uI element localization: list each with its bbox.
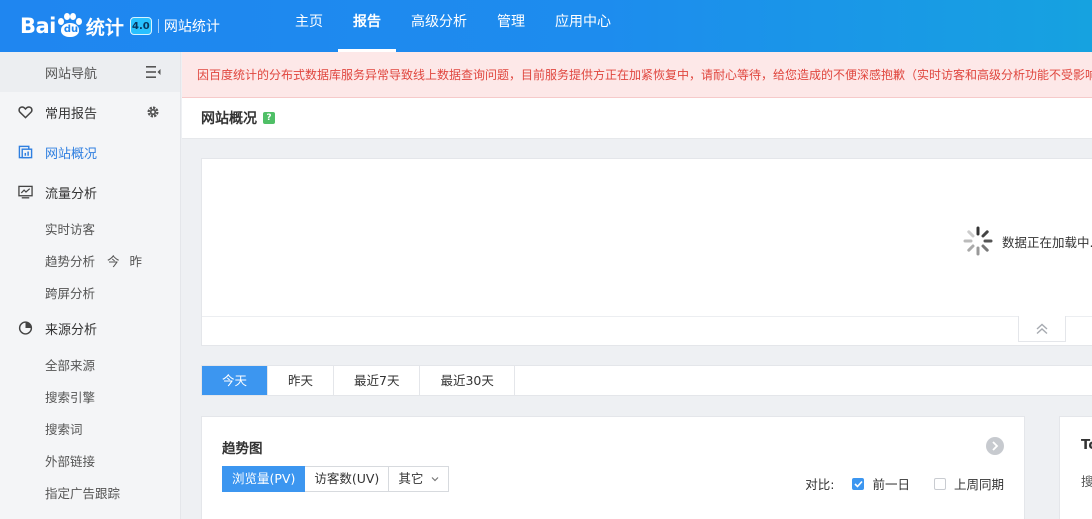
page-title: 网站概况: [201, 111, 257, 127]
sidebar-item-label: 趋势分析: [45, 253, 96, 269]
compare-label: 对比:: [805, 477, 835, 492]
loading-text: 数据正在加载中...: [1002, 234, 1092, 250]
metric-pv-button[interactable]: 浏览量(PV): [222, 466, 306, 492]
gear-icon[interactable]: [146, 105, 160, 119]
overview-icon: [18, 145, 33, 159]
logo-subtitle: 网站统计: [163, 19, 220, 35]
date-range-tabs: 今天 昨天 最近7天 最近30天: [201, 365, 1092, 396]
sidebar-title: 网站导航: [45, 66, 98, 82]
sidebar-group-source[interactable]: 来源分析: [0, 308, 180, 348]
top-card-title: To: [1081, 437, 1092, 453]
compare-prev-day[interactable]: 前一日: [852, 474, 910, 493]
nav-management[interactable]: 管理: [482, 0, 540, 52]
alert-text: 因百度统计的分布式数据库服务异常导致线上数据查询问题，目前服务提供方正在加紧恢复…: [197, 68, 1092, 82]
page-header: 网站概况 ?: [182, 98, 1092, 139]
sidebar-item-label: 网站概况: [45, 146, 98, 162]
loading-indicator: 数据正在加载中...: [962, 225, 1092, 257]
help-icon[interactable]: ?: [263, 112, 275, 124]
select-label: 其它: [398, 471, 424, 486]
sidebar-item-label: 搜索词: [45, 421, 83, 437]
top-header: Bai du 统计 4.0 网站统计 主页 报告 高级分析 管理 应用中心: [0, 0, 1092, 52]
heart-icon: [18, 106, 33, 119]
sidebar-item-label: 来源分析: [45, 322, 98, 338]
check-icon: [854, 480, 863, 488]
sidebar-item-cross-screen[interactable]: 跨屏分析: [0, 276, 180, 308]
collapse-menu-icon[interactable]: [146, 66, 161, 78]
paw-logo-icon: du: [57, 13, 83, 39]
logo-separator: [157, 19, 159, 33]
tab-last-30-days[interactable]: 最近30天: [420, 366, 515, 395]
logo-text: Bai: [20, 14, 56, 38]
panel-divider: [202, 316, 1092, 317]
version-badge: 4.0: [129, 17, 152, 35]
pie-chart-icon: [18, 321, 33, 335]
metric-uv-button[interactable]: 访客数(UV): [305, 466, 390, 492]
compare-last-week-checkbox[interactable]: [933, 477, 946, 490]
metric-selector: 浏览量(PV) 访客数(UV) 其它: [222, 466, 450, 492]
nav-app-center[interactable]: 应用中心: [540, 0, 626, 52]
compare-last-week-label: 上周同期: [953, 477, 1004, 492]
compare-prev-day-label: 前一日: [872, 477, 910, 492]
trend-card: 趋势图 浏览量(PV) 访客数(UV) 其它 对比: 前一日 上周同期: [201, 416, 1025, 519]
top-card-subtitle: 搜: [1081, 471, 1092, 490]
sidebar-item-label: 常用报告: [45, 106, 98, 122]
double-chevron-up-icon: [1036, 323, 1048, 334]
sidebar-item-favorites[interactable]: 常用报告: [0, 92, 180, 132]
sidebar-item-label: 流量分析: [45, 186, 98, 202]
sidebar-item-ad-tracking[interactable]: 指定广告跟踪: [0, 476, 180, 508]
sidebar-item-search-terms[interactable]: 搜索词: [0, 412, 180, 444]
sidebar-item-overview[interactable]: 网站概况: [0, 132, 180, 172]
tab-last-7-days[interactable]: 最近7天: [334, 366, 421, 395]
compare-prev-day-checkbox[interactable]: [852, 477, 865, 490]
quick-link-yesterday[interactable]: 昨: [130, 251, 143, 270]
tab-today[interactable]: 今天: [202, 366, 269, 395]
sidebar-item-label: 跨屏分析: [45, 285, 96, 301]
baidu-tongji-logo[interactable]: Bai du 统计 4.0 网站统计: [20, 10, 220, 42]
compare-options: 对比: 前一日 上周同期: [805, 474, 1004, 493]
sidebar-group-traffic[interactable]: 流量分析: [0, 172, 180, 212]
nav-reports[interactable]: 报告: [338, 0, 396, 52]
main-nav: 主页 报告 高级分析 管理 应用中心: [280, 0, 626, 52]
sidebar-item-label: 指定广告跟踪: [45, 485, 121, 501]
trend-title: 趋势图: [222, 441, 263, 457]
nav-advanced-analysis[interactable]: 高级分析: [396, 0, 482, 52]
metric-other-select[interactable]: 其它: [389, 466, 450, 492]
spinner-icon: [963, 226, 993, 256]
sidebar-item-search-engines[interactable]: 搜索引擎: [0, 380, 180, 412]
service-alert-banner: 因百度统计的分布式数据库服务异常导致线上数据查询问题，目前服务提供方正在加紧恢复…: [182, 52, 1092, 98]
logo-paw-text: du: [63, 24, 79, 35]
chevron-down-icon: [431, 477, 439, 482]
sidebar-item-label: 全部来源: [45, 357, 96, 373]
overview-panel: 数据正在加载中...: [201, 158, 1092, 346]
tab-yesterday[interactable]: 昨天: [268, 366, 335, 395]
sidebar-item-label: 实时访客: [45, 221, 96, 237]
collapse-panel-button[interactable]: [1018, 316, 1066, 342]
sidebar: 网站导航 常用报告 网站概况 流量分析 实时访客 趋势分析 今 昨 跨屏分析 来…: [0, 52, 181, 519]
sidebar-item-trend-analysis[interactable]: 趋势分析 今 昨: [0, 244, 180, 276]
trend-next-button[interactable]: [986, 437, 1004, 455]
sidebar-item-label: 外部链接: [45, 453, 96, 469]
line-chart-icon: [18, 185, 33, 199]
top-card: To 搜: [1059, 416, 1092, 519]
sidebar-item-label: 搜索引擎: [45, 389, 96, 405]
chevron-right-icon: [992, 441, 999, 451]
sidebar-item-external-links[interactable]: 外部链接: [0, 444, 180, 476]
nav-home[interactable]: 主页: [280, 0, 338, 52]
sidebar-item-all-sources[interactable]: 全部来源: [0, 348, 180, 380]
quick-link-today[interactable]: 今: [107, 251, 120, 270]
sidebar-header: 网站导航: [0, 52, 180, 92]
logo-cn-text: 统计: [85, 16, 124, 39]
compare-last-week[interactable]: 上周同期: [933, 474, 1004, 493]
sidebar-item-realtime-visitors[interactable]: 实时访客: [0, 212, 180, 244]
